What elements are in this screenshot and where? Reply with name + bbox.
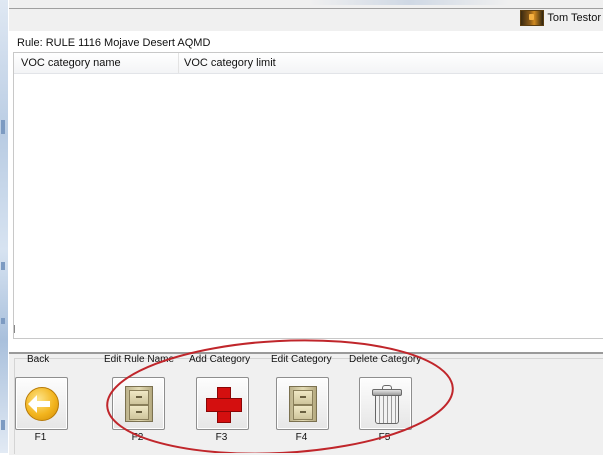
filing-cabinet-icon <box>124 385 153 422</box>
edit-category-label: Edit Category <box>271 354 332 365</box>
filing-cabinet-icon <box>288 385 317 422</box>
edit-rule-name-key: F2 <box>131 432 144 443</box>
edit-category-key: F4 <box>295 432 308 443</box>
delete-category-label: Delete Category <box>349 354 422 365</box>
delete-category-key: F5 <box>378 432 391 443</box>
user-avatar-icon <box>520 10 545 26</box>
column-header-voc-category-limit[interactable]: VOC category limit <box>184 57 276 69</box>
rule-label: Rule: RULE 1116 Mojave Desert AQMD <box>17 37 211 49</box>
add-category-key: F3 <box>215 432 228 443</box>
add-category-label: Add Category <box>189 354 251 365</box>
top-bar <box>9 0 603 31</box>
trash-can-icon <box>371 384 402 424</box>
back-button-key: F1 <box>34 432 47 443</box>
top-bar-inner <box>9 8 603 31</box>
back-button-label: Back <box>27 354 50 365</box>
voc-category-table[interactable]: VOC category name VOC category limit <box>13 52 603 339</box>
column-separator[interactable] <box>178 53 179 73</box>
edit-rule-name-label: Edit Rule Name <box>104 354 175 365</box>
table-edge-mark <box>14 325 15 333</box>
bottom-toolbar: Back F1 Edit Rule Name F2 Add Category F… <box>9 352 603 455</box>
user-name: Tom Testor <box>547 12 601 24</box>
table-header: VOC category name VOC category limit <box>14 53 603 74</box>
window-left-edge <box>0 0 8 453</box>
column-header-voc-category-name[interactable]: VOC category name <box>21 57 121 69</box>
back-arrow-icon <box>24 386 59 421</box>
user-info[interactable]: Tom Testor <box>520 10 601 26</box>
red-plus-icon <box>205 386 242 423</box>
